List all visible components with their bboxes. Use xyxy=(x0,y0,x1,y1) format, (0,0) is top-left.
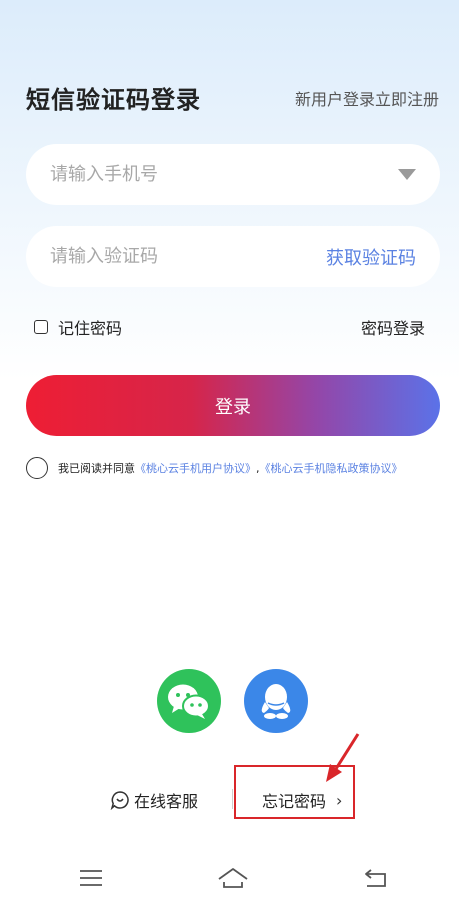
dropdown-arrow-icon[interactable] xyxy=(398,169,416,180)
agreement-prefix: 我已阅读并同意 xyxy=(58,462,135,475)
user-agreement-link[interactable]: 《桃心云手机用户协议》 xyxy=(135,460,256,476)
phone-input[interactable] xyxy=(50,164,388,185)
footer-divider xyxy=(232,789,233,809)
phone-field[interactable] xyxy=(26,144,440,205)
get-code-button[interactable]: 获取验证码 xyxy=(326,244,416,270)
agreement-radio[interactable] xyxy=(26,457,48,479)
privacy-policy-link[interactable]: 《桃心云手机隐私政策协议》 xyxy=(260,460,403,476)
remember-checkbox[interactable] xyxy=(34,320,48,334)
page-title: 短信验证码登录 xyxy=(26,86,201,114)
remember-label: 记住密码 xyxy=(58,319,123,338)
register-link[interactable]: 新用户登录立即注册 xyxy=(295,86,439,110)
remember-password[interactable]: 记住密码 xyxy=(34,315,122,339)
agreement-row: 我已阅读并同意 《桃心云手机用户协议》 , 《桃心云手机隐私政策协议》 xyxy=(26,457,456,479)
wechat-icon xyxy=(168,684,210,719)
qq-icon xyxy=(261,684,291,719)
home-icon[interactable] xyxy=(217,866,249,890)
qq-login-button[interactable] xyxy=(244,669,308,733)
annotation-arrow-icon xyxy=(326,733,360,782)
verification-code-field[interactable]: 获取验证码 xyxy=(26,226,440,287)
chat-bubble-icon xyxy=(110,791,129,810)
verification-code-input[interactable] xyxy=(50,246,318,267)
wechat-login-button[interactable] xyxy=(157,669,221,733)
online-support-button[interactable]: 在线客服 xyxy=(110,788,198,812)
menu-icon[interactable] xyxy=(79,866,103,890)
password-login-link[interactable]: 密码登录 xyxy=(361,315,425,339)
login-button[interactable]: 登录 xyxy=(26,375,440,436)
back-icon[interactable] xyxy=(363,866,389,890)
online-support-label: 在线客服 xyxy=(134,792,199,811)
